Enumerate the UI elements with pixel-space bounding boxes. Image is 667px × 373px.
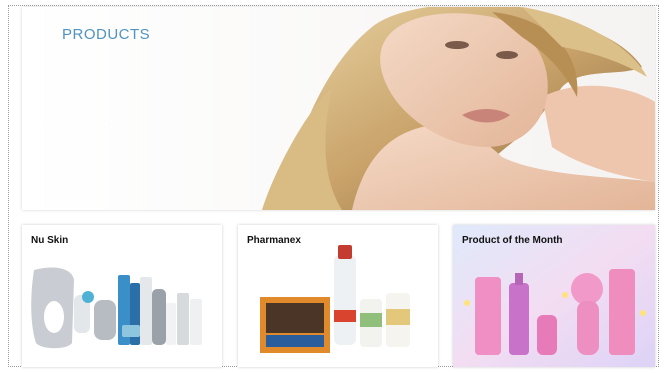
card-title-nu-skin: Nu Skin bbox=[31, 235, 69, 246]
hero-title: PRODUCTS bbox=[62, 26, 151, 43]
card-pharmanex[interactable]: Pharmanex bbox=[238, 225, 438, 367]
card-title-pharmanex: Pharmanex bbox=[247, 235, 301, 246]
card-product-of-the-month[interactable]: Product of the Month bbox=[453, 225, 655, 367]
card-nu-skin[interactable]: Nu Skin bbox=[22, 225, 222, 367]
hero-banner[interactable]: PRODUCTS bbox=[22, 7, 655, 210]
card-title-product-of-the-month: Product of the Month bbox=[462, 235, 563, 246]
